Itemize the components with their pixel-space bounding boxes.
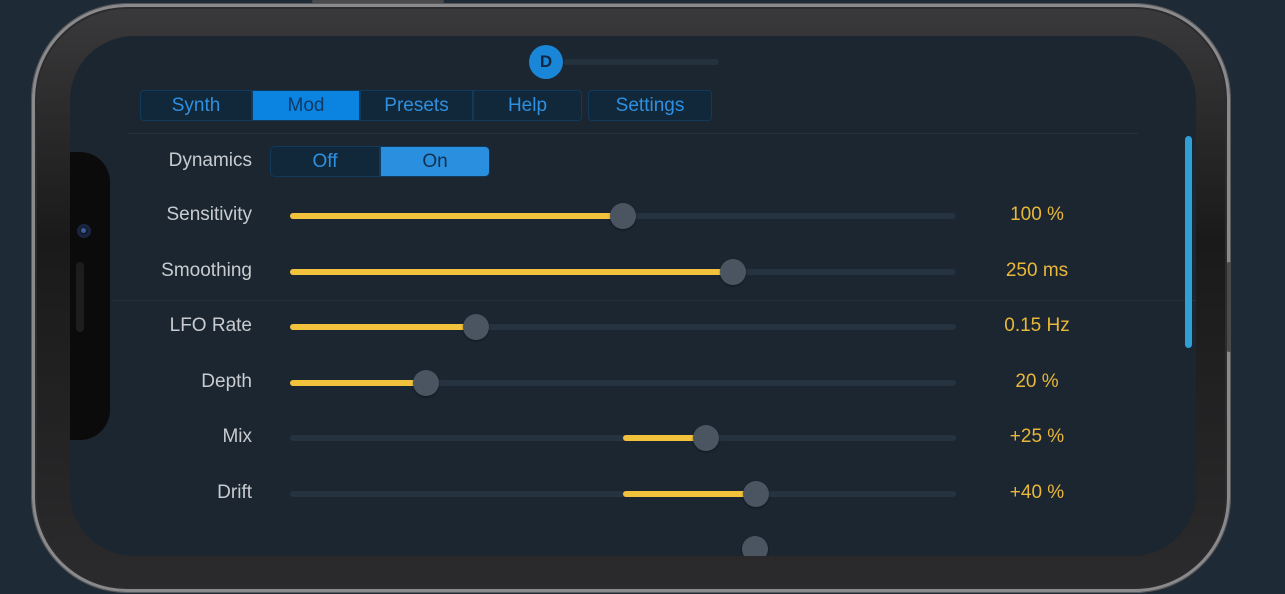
- depth-slider-thumb[interactable]: [412, 370, 439, 396]
- tab-synth[interactable]: Synth: [140, 90, 252, 121]
- tab-settings[interactable]: Settings: [588, 90, 712, 121]
- lfo-rate-value: 0.15 Hz: [1004, 315, 1070, 336]
- phone-notch: [70, 152, 110, 440]
- lfo-rate-slider[interactable]: [290, 314, 956, 340]
- dynamics-toggle: Off On: [270, 146, 490, 177]
- slider-thumb-partial[interactable]: [742, 536, 768, 556]
- drift-label: Drift: [217, 482, 252, 503]
- tab-help[interactable]: Help: [473, 90, 582, 121]
- front-camera-icon: [77, 224, 91, 238]
- lfo-rate-slider-thumb[interactable]: [463, 314, 490, 340]
- drift-slider[interactable]: [290, 481, 956, 507]
- mix-slider[interactable]: [290, 425, 956, 451]
- page-indicator-letter: D: [539, 52, 553, 71]
- sensitivity-slider-fill: [290, 213, 623, 219]
- tab-bar: Synth Mod Presets Help Settings: [140, 90, 712, 123]
- mix-value: +25 %: [1009, 426, 1065, 447]
- smoothing-slider[interactable]: [290, 259, 956, 285]
- sensitivity-value: 100 %: [1010, 204, 1064, 225]
- phone-side-button: [1227, 262, 1231, 352]
- header-divider: [128, 133, 1138, 134]
- lfo-rate-slider-fill: [290, 324, 477, 330]
- smoothing-slider-thumb[interactable]: [719, 259, 746, 285]
- app-screen: D Synth Mod Presets Help Settings Dynami…: [70, 36, 1196, 556]
- earpiece-speaker: [76, 262, 84, 332]
- drift-slider-fill: [623, 491, 757, 497]
- sensitivity-slider-thumb[interactable]: [610, 203, 636, 229]
- section-divider: [112, 300, 1196, 301]
- vertical-scrollbar[interactable]: [1185, 136, 1192, 348]
- page-indicator-track: [564, 59, 719, 65]
- phone-top-button: [312, 0, 444, 3]
- dynamics-on-button[interactable]: On: [380, 146, 490, 177]
- smoothing-value: 250 ms: [1005, 260, 1069, 281]
- page-indicator-dot[interactable]: D: [529, 45, 563, 79]
- smoothing-slider-fill: [290, 269, 733, 275]
- tab-presets[interactable]: Presets: [360, 90, 473, 121]
- dynamics-off-button[interactable]: Off: [270, 146, 380, 177]
- drift-value: +40 %: [1009, 482, 1065, 503]
- depth-slider-fill: [290, 380, 426, 386]
- mix-slider-thumb[interactable]: [693, 425, 720, 451]
- depth-slider[interactable]: [290, 370, 956, 396]
- sensitivity-slider[interactable]: [290, 203, 956, 229]
- depth-value: 20 %: [1015, 371, 1059, 392]
- tab-mod[interactable]: Mod: [252, 90, 360, 121]
- drift-slider-thumb[interactable]: [743, 481, 770, 507]
